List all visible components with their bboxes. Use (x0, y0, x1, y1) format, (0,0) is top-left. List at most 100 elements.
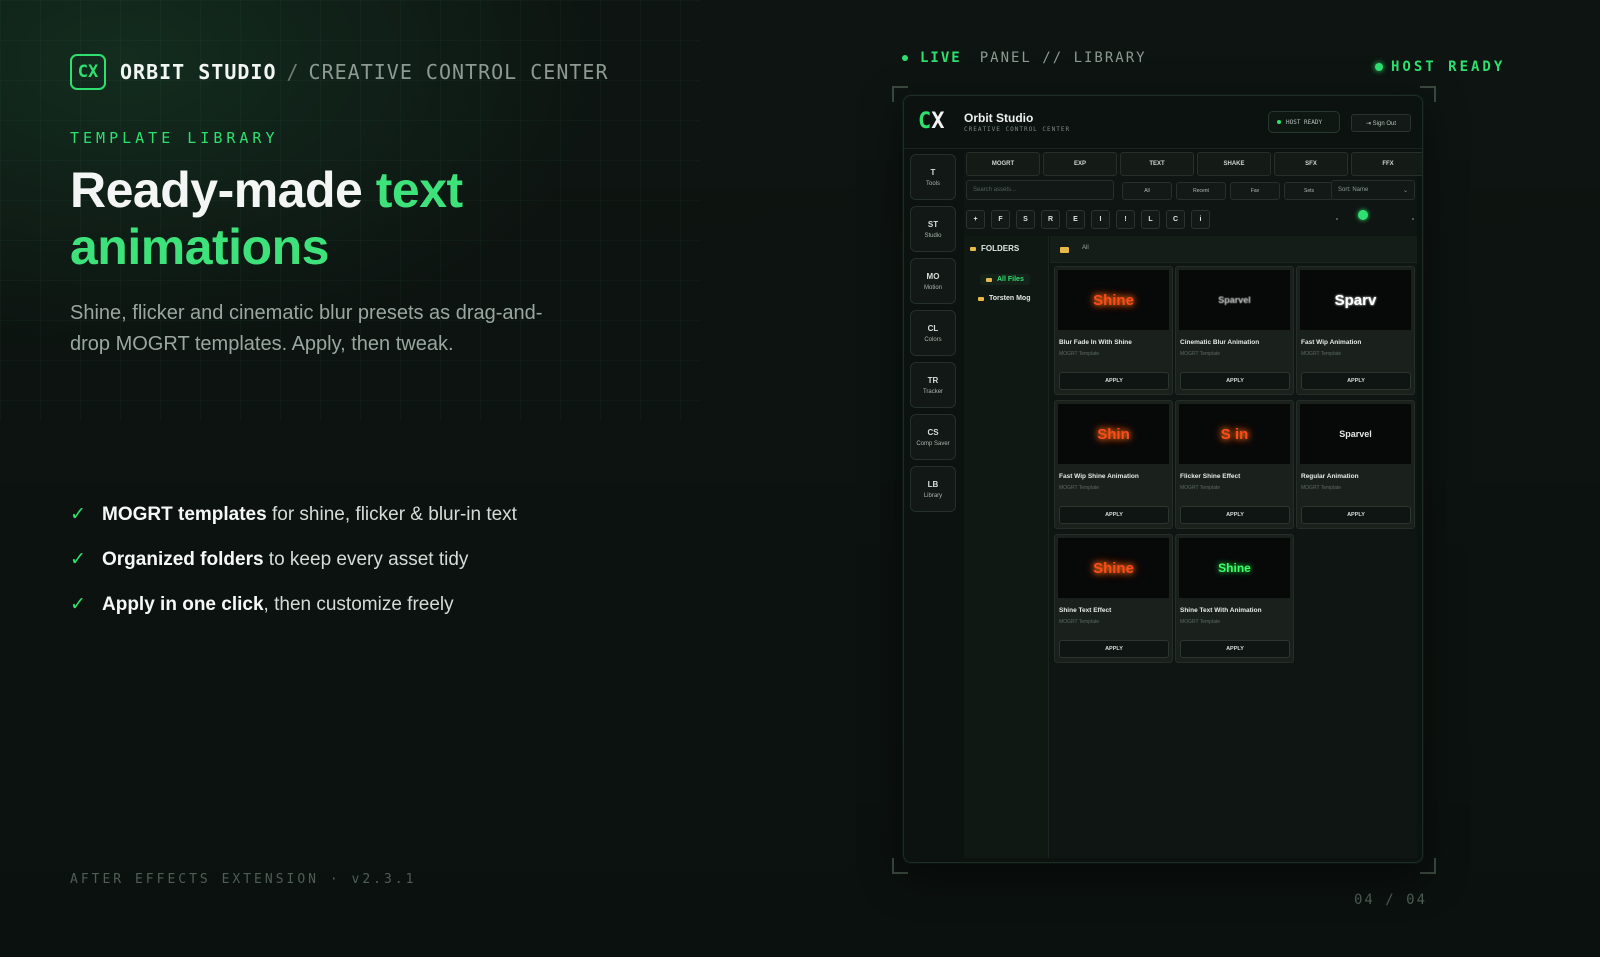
tool-add-button[interactable]: + (966, 210, 985, 229)
panel-logo-c: C (918, 109, 932, 134)
folder-item-torsten[interactable]: Torsten Mog (978, 295, 1030, 302)
template-type: MOGRT Template (1180, 351, 1221, 357)
apply-button[interactable]: APPLY (1301, 372, 1411, 390)
tool-button[interactable]: C (1166, 210, 1185, 229)
folder-icon (986, 277, 992, 282)
tab-text[interactable]: TEXT (1120, 152, 1194, 176)
panel-logo-x: X (931, 109, 945, 134)
filter-sets[interactable]: Sets (1284, 182, 1334, 200)
divider-dot (1336, 218, 1338, 220)
sort-select[interactable]: Sort: Name ⌄ (1331, 180, 1415, 200)
breadcrumb[interactable]: All (1082, 245, 1089, 251)
rail-item-studio[interactable]: ST Studio (910, 206, 956, 252)
template-thumbnail: Shine (1058, 538, 1169, 598)
rail-label: Colors (924, 336, 942, 343)
rail-item-tools[interactable]: T Tools (910, 154, 956, 200)
template-type: MOGRT Template (1301, 351, 1342, 357)
content-breadcrumb: All (1050, 236, 1417, 263)
tool-button[interactable]: R (1041, 210, 1060, 229)
apply-button[interactable]: APPLY (1180, 372, 1290, 390)
apply-button[interactable]: APPLY (1059, 640, 1169, 658)
template-card[interactable]: Shin Fast Wip Shine Animation MOGRT Temp… (1054, 400, 1173, 529)
template-name: Fast Wip Animation (1301, 339, 1362, 346)
template-type: MOGRT Template (1059, 485, 1100, 491)
thumb-text: Shine (1093, 291, 1134, 309)
template-thumbnail: Sparvel (1179, 270, 1290, 330)
rail-abbr: MO (926, 271, 940, 281)
rail-item-library[interactable]: LB Library (910, 466, 956, 512)
slide-pager: 04 / 04 (1354, 892, 1428, 908)
filter-recent[interactable]: Recent (1176, 182, 1226, 200)
rail-item-comp-saver[interactable]: CS Comp Saver (910, 414, 956, 460)
sign-out-button[interactable]: ⇥ Sign Out (1351, 114, 1411, 132)
template-card[interactable]: Sparvel Regular Animation MOGRT Template… (1296, 400, 1415, 529)
template-card[interactable]: Sparvel Cinematic Blur Animation MOGRT T… (1175, 266, 1294, 395)
apply-button[interactable]: APPLY (1059, 372, 1169, 390)
headline-accent1: text (375, 162, 463, 218)
filter-group: All Recent Fav Sets (1122, 182, 1338, 200)
template-card[interactable]: Sparv Fast Wip Animation MOGRT Template … (1296, 266, 1415, 395)
template-thumbnail: Shine (1058, 270, 1169, 330)
template-type: MOGRT Template (1059, 351, 1100, 357)
template-card[interactable]: Shine Shine Text Effect MOGRT Template A… (1054, 534, 1173, 663)
feature-bold: Organized folders (102, 548, 264, 570)
apply-button[interactable]: APPLY (1180, 506, 1290, 524)
template-card[interactable]: S in Flicker Shine Effect MOGRT Template… (1175, 400, 1294, 529)
feature-bold: MOGRT templates (102, 503, 267, 525)
template-type: MOGRT Template (1059, 619, 1100, 625)
rail-item-motion[interactable]: MO Motion (910, 258, 956, 304)
template-thumbnail: Sparv (1300, 270, 1411, 330)
template-type: MOGRT Template (1180, 485, 1221, 491)
rail-abbr: T (930, 167, 936, 177)
folders-sidebar: FOLDERS All Files Torsten Mog (964, 236, 1049, 858)
tool-button[interactable]: I (1091, 210, 1110, 229)
sort-value: Sort: Name (1338, 187, 1369, 193)
thumb-text: Shine (1093, 559, 1134, 577)
thumb-text: Shine (1218, 561, 1251, 575)
feature-item: ✓ MOGRT templates for shine, flicker & b… (70, 492, 517, 537)
tool-button[interactable]: S (1016, 210, 1035, 229)
thumb-text: S in (1220, 425, 1249, 443)
rail-item-colors[interactable]: CL Colors (910, 310, 956, 356)
rail-abbr: ST (927, 219, 939, 229)
tab-ffx[interactable]: FFX (1351, 152, 1422, 176)
tool-button[interactable]: F (991, 210, 1010, 229)
host-ready-badge: HOST READY (1268, 111, 1340, 133)
template-card[interactable]: Shine Blur Fade In With Shine MOGRT Temp… (1054, 266, 1173, 395)
feature-rest: for shine, flicker & blur-in text (266, 503, 517, 525)
filter-all[interactable]: All (1122, 182, 1172, 200)
divider-dot (1412, 218, 1414, 220)
template-name: Shine Text Effect (1059, 607, 1112, 614)
tool-rail: T Tools ST Studio MO Motion CL Colors TR Trac… (910, 154, 956, 518)
panel-logo: CX (918, 109, 945, 135)
apply-button[interactable]: APPLY (1180, 640, 1290, 658)
tab-mogrt[interactable]: MOGRT (966, 152, 1040, 176)
tool-button[interactable]: L (1141, 210, 1160, 229)
filter-fav[interactable]: Fav (1230, 182, 1280, 200)
rail-item-tracker[interactable]: TR Tracker (910, 362, 956, 408)
version-footer: AFTER EFFECTS EXTENSION · v2.3.1 (70, 872, 417, 887)
folder-item-all-files[interactable]: All Files (980, 274, 1030, 285)
check-icon: ✓ (70, 594, 86, 615)
tab-exp[interactable]: EXP (1043, 152, 1117, 176)
tool-info-button[interactable]: i (1191, 210, 1210, 229)
thumb-text: Sparvel (1218, 295, 1251, 305)
tab-sfx[interactable]: SFX (1274, 152, 1348, 176)
tool-button[interactable]: ! (1116, 210, 1135, 229)
rail-label: Tools (925, 180, 940, 187)
tab-shake[interactable]: SHAKE (1197, 152, 1271, 176)
panel-title: Orbit Studio (964, 111, 1034, 125)
template-name: Blur Fade In With Shine (1059, 339, 1132, 346)
apply-button[interactable]: APPLY (1301, 506, 1411, 524)
tool-button[interactable]: E (1066, 210, 1085, 229)
folders-heading: FOLDERS (970, 244, 1019, 253)
template-card[interactable]: Shine Shine Text With Animation MOGRT Te… (1175, 534, 1294, 663)
template-thumbnail: Shine (1179, 538, 1290, 598)
live-indicator: LIVE PANEL // LIBRARY (902, 50, 1147, 66)
template-name: Fast Wip Shine Animation (1059, 473, 1139, 480)
folder-icon (970, 246, 976, 251)
rail-label: Studio (924, 232, 942, 239)
page-subhead: Shine, flicker and cinematic blur preset… (70, 302, 543, 355)
search-input[interactable]: Search assets... (966, 180, 1114, 200)
apply-button[interactable]: APPLY (1059, 506, 1169, 524)
